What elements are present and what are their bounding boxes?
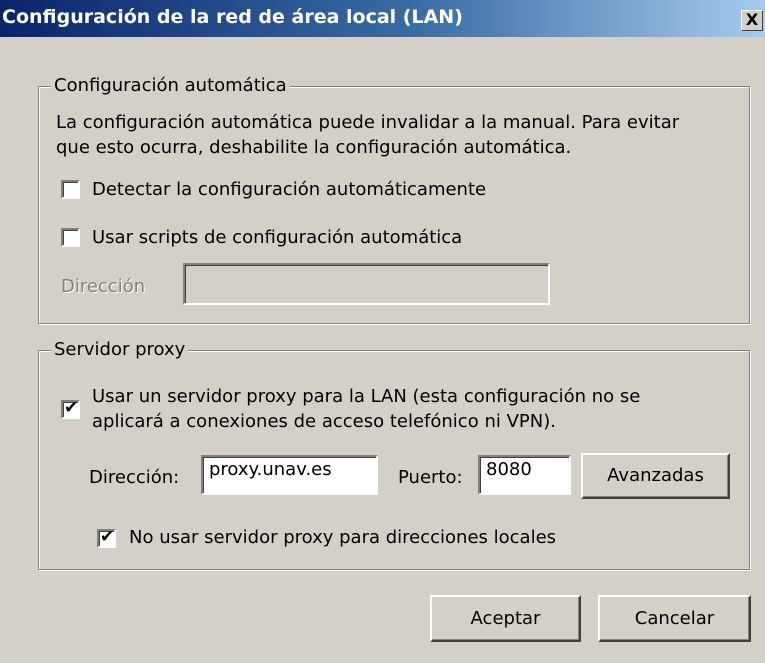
- ok-button[interactable]: Aceptar: [430, 595, 581, 642]
- use-proxy-label-line1[interactable]: Usar un servidor proxy para la LAN (esta…: [92, 386, 640, 407]
- proxy-port-label: Puerto:: [398, 467, 463, 488]
- use-proxy-label-line2[interactable]: aplicará a conexiones de acceso telefóni…: [92, 411, 556, 432]
- auto-config-description-line1: La configuración automática puede invali…: [56, 112, 680, 133]
- auto-config-legend: Configuración automática: [51, 75, 290, 96]
- auto-config-address-input[interactable]: [183, 263, 550, 305]
- proxy-address-input[interactable]: proxy.unav.es: [201, 455, 378, 495]
- auto-config-description-line2: que esto ocurra, deshabilite la configur…: [56, 137, 572, 158]
- advanced-button[interactable]: Avanzadas: [581, 453, 730, 499]
- proxy-address-label: Dirección:: [89, 467, 180, 488]
- cancel-button[interactable]: Cancelar: [598, 595, 751, 642]
- use-scripts-checkbox[interactable]: [61, 228, 80, 247]
- detect-settings-checkbox[interactable]: [61, 180, 80, 199]
- use-proxy-checkbox[interactable]: [61, 398, 80, 419]
- bypass-local-checkbox[interactable]: [97, 527, 116, 548]
- proxy-server-legend: Servidor proxy: [51, 339, 189, 360]
- close-button[interactable]: X: [741, 10, 763, 31]
- detect-settings-label[interactable]: Detectar la configuración automáticament…: [92, 179, 486, 200]
- window-title: Configuración de la red de área local (L…: [2, 6, 463, 28]
- title-bar: Configuración de la red de área local (L…: [0, 0, 765, 37]
- proxy-port-input[interactable]: 8080: [478, 455, 571, 495]
- auto-config-address-label: Dirección: [61, 276, 146, 297]
- use-scripts-label[interactable]: Usar scripts de configuración automática: [92, 227, 462, 248]
- bypass-local-label[interactable]: No usar servidor proxy para direcciones …: [129, 527, 556, 548]
